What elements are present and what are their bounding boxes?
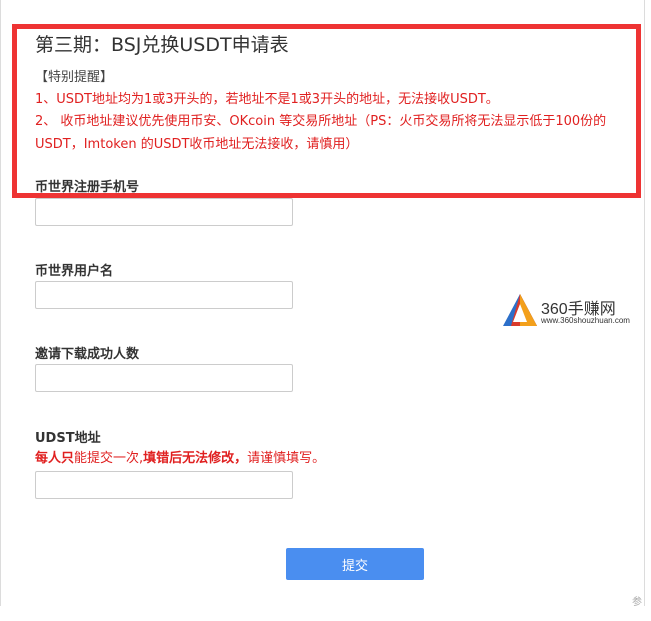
notice-line-1: 1、USDT地址均为1或3开头的，若地址不是1或3开头的地址，无法接收USDT。: [35, 92, 499, 107]
watermark-logo-icon: [503, 294, 537, 326]
udst-note-normal-1: 能提交一次,: [74, 451, 144, 466]
invites-input[interactable]: [35, 364, 293, 392]
submit-button[interactable]: 提交: [286, 548, 424, 580]
udst-address-label: UDST地址: [35, 431, 101, 446]
udst-warning-note: 每人只能提交一次,填错后无法修改，请谨慎填写。: [35, 447, 325, 466]
notice-line-2: 2、 收币地址建议优先使用币安、OKcoin 等交易所地址（PS：火币交易所将无…: [35, 114, 607, 129]
form-title: 第三期：BSJ兑换USDT申请表: [35, 34, 289, 56]
udst-note-normal-2: 请谨慎填写。: [247, 451, 326, 466]
udst-note-bold-2: 填错后无法修改，: [143, 451, 248, 466]
phone-input[interactable]: [35, 198, 293, 226]
watermark-url: www.360shouzhuan.com: [541, 316, 630, 325]
udst-address-input[interactable]: [35, 471, 293, 499]
corner-glyph: 参: [632, 597, 642, 608]
phone-label: 币世界注册手机号: [35, 180, 140, 195]
notice-line-3: USDT，Imtoken 的USDT收币地址无法接收，请慎用）: [35, 137, 359, 152]
udst-note-bold-1: 每人只: [35, 451, 75, 466]
form-panel: 第三期：BSJ兑换USDT申请表 【特别提醒】 1、USDT地址均为1或3开头的…: [0, 0, 645, 608]
username-input[interactable]: [35, 281, 293, 309]
notice-heading: 【特别提醒】: [35, 70, 114, 85]
username-label: 币世界用户名: [35, 264, 114, 279]
watermark: 360手赚网 www.360shouzhuan.com: [501, 292, 649, 332]
invites-label: 邀请下载成功人数: [35, 347, 140, 362]
